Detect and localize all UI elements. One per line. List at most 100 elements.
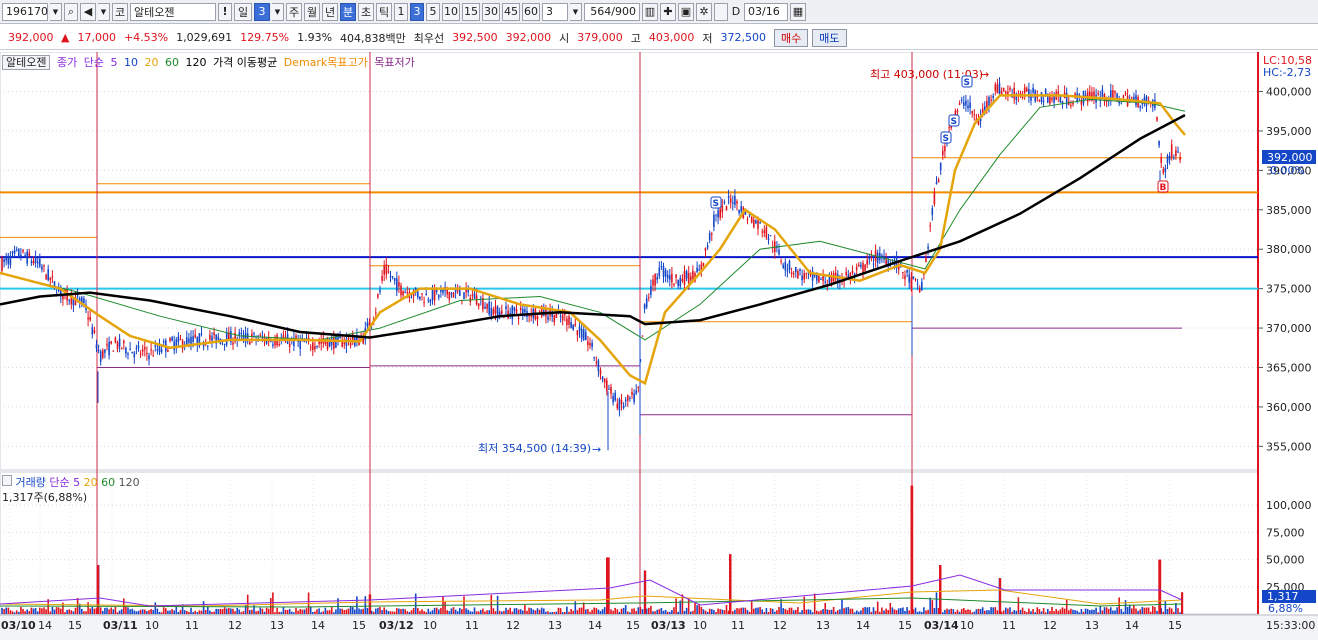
search-icon[interactable]: ⌕	[64, 2, 78, 21]
speaker-dropdown[interactable]: ▼	[98, 2, 110, 21]
low-annotation: 최저 354,500 (14:39)	[478, 442, 591, 455]
volume-bar	[671, 610, 673, 614]
period-week[interactable]: 주	[286, 2, 302, 21]
volume-current: 1,317주(6,88%)	[2, 491, 88, 504]
volume-legend-ma5: 5	[73, 476, 81, 489]
candle-body	[152, 355, 154, 357]
volume-bar	[1011, 611, 1013, 614]
candle-body	[1139, 106, 1141, 109]
candle-body	[652, 279, 654, 286]
period-minute[interactable]: 분	[340, 2, 356, 21]
volume-bar	[381, 610, 383, 614]
volume-bar	[372, 611, 375, 614]
volume-bar	[507, 609, 509, 614]
period-tick[interactable]: 틱	[376, 2, 392, 21]
candle-body	[929, 225, 931, 227]
speaker-icon[interactable]: ◀	[80, 2, 96, 21]
volume-bar	[280, 611, 283, 614]
volume-bar	[452, 607, 455, 614]
interval-5[interactable]: 5	[426, 2, 440, 21]
volume-bar	[1135, 608, 1137, 614]
date-input[interactable]: 03/16	[744, 2, 788, 21]
interval-1[interactable]: 1	[394, 2, 408, 21]
candle-body	[992, 95, 994, 98]
high-arrow-icon: →	[980, 68, 989, 81]
volume-bar	[933, 608, 936, 614]
count-input[interactable]: 564/900	[584, 2, 640, 21]
volume-bar	[778, 607, 780, 614]
volume-bar	[1105, 607, 1108, 614]
volume-spike	[644, 570, 647, 614]
date-checkbox[interactable]	[714, 2, 728, 21]
candle-body	[635, 390, 637, 394]
candle-body	[162, 341, 165, 343]
volume-bar	[944, 609, 946, 614]
volume-bar	[383, 607, 385, 614]
interval-dropdown[interactable]: ▼	[570, 2, 582, 21]
period-second[interactable]: 초	[358, 2, 374, 21]
candle-body	[597, 360, 600, 372]
candle-body	[690, 276, 692, 281]
candle-body	[708, 232, 711, 241]
interval-30[interactable]: 30	[482, 2, 500, 21]
volume-bar	[631, 608, 633, 614]
volume-bar	[519, 609, 522, 614]
volume-bar	[1164, 600, 1167, 614]
crosshair-icon[interactable]: ✚	[660, 2, 676, 21]
period-num-dropdown[interactable]: ▼	[272, 2, 284, 21]
volume-bar	[1040, 611, 1043, 614]
candle-body	[944, 146, 946, 152]
candle-style-icon[interactable]: ▥	[642, 2, 658, 21]
interval-15[interactable]: 15	[462, 2, 480, 21]
volume-bar	[929, 597, 931, 614]
volume-bar	[148, 610, 150, 614]
alert-button[interactable]: !	[218, 2, 232, 21]
volume-bar	[492, 608, 495, 614]
interval-60[interactable]: 60	[522, 2, 540, 21]
interval-45[interactable]: 45	[502, 2, 520, 21]
stock-name-field[interactable]: 알테오젠	[130, 2, 216, 21]
volume-bar	[242, 611, 245, 614]
candle-body	[1009, 88, 1011, 90]
stock-code-input[interactable]: 196170	[2, 2, 48, 21]
candle-body	[171, 337, 173, 341]
stock-code-dropdown[interactable]: ▼	[50, 2, 62, 21]
low-label: 저	[702, 31, 713, 45]
period-year[interactable]: 년	[322, 2, 338, 21]
candle-body	[963, 102, 965, 106]
volume-bar	[171, 609, 173, 614]
legend-stock-name[interactable]: 알테오젠	[2, 55, 51, 70]
price-chart[interactable]: 400,000395,000390,000385,000380,000375,0…	[0, 52, 1318, 640]
candle-body	[998, 83, 1001, 94]
buy-button[interactable]: 매수	[774, 28, 809, 47]
candle-body	[22, 249, 24, 252]
save-icon[interactable]: ▣	[678, 2, 694, 21]
candle-body	[484, 306, 486, 309]
gear-icon[interactable]: ✲	[696, 2, 712, 21]
candle-body	[872, 263, 875, 265]
volume-bar	[448, 611, 451, 614]
volume-bar	[349, 606, 352, 614]
candle-body	[393, 277, 396, 281]
candle-body	[650, 285, 652, 295]
sell-button[interactable]: 매도	[812, 28, 847, 47]
candle-body	[633, 393, 635, 402]
interval-10[interactable]: 10	[442, 2, 460, 21]
period-num[interactable]: 3	[254, 2, 270, 21]
interval-3[interactable]: 3	[410, 2, 424, 21]
volume-bar	[1152, 606, 1154, 614]
interval-input[interactable]: 3	[542, 2, 568, 21]
volume-bar	[51, 606, 54, 614]
candle-body	[803, 273, 805, 280]
volume-bar	[578, 607, 581, 614]
candle-body	[797, 271, 799, 279]
period-month[interactable]: 월	[304, 2, 320, 21]
volume-bar	[897, 608, 900, 614]
period-day[interactable]: 일	[234, 2, 252, 21]
volume-legend-toggle[interactable]	[2, 475, 12, 486]
high-label: 고	[630, 31, 641, 45]
volume-bar	[809, 609, 812, 614]
candle-body	[513, 307, 516, 311]
volume-bar	[297, 610, 299, 614]
calendar-icon[interactable]: ▦	[790, 2, 806, 21]
